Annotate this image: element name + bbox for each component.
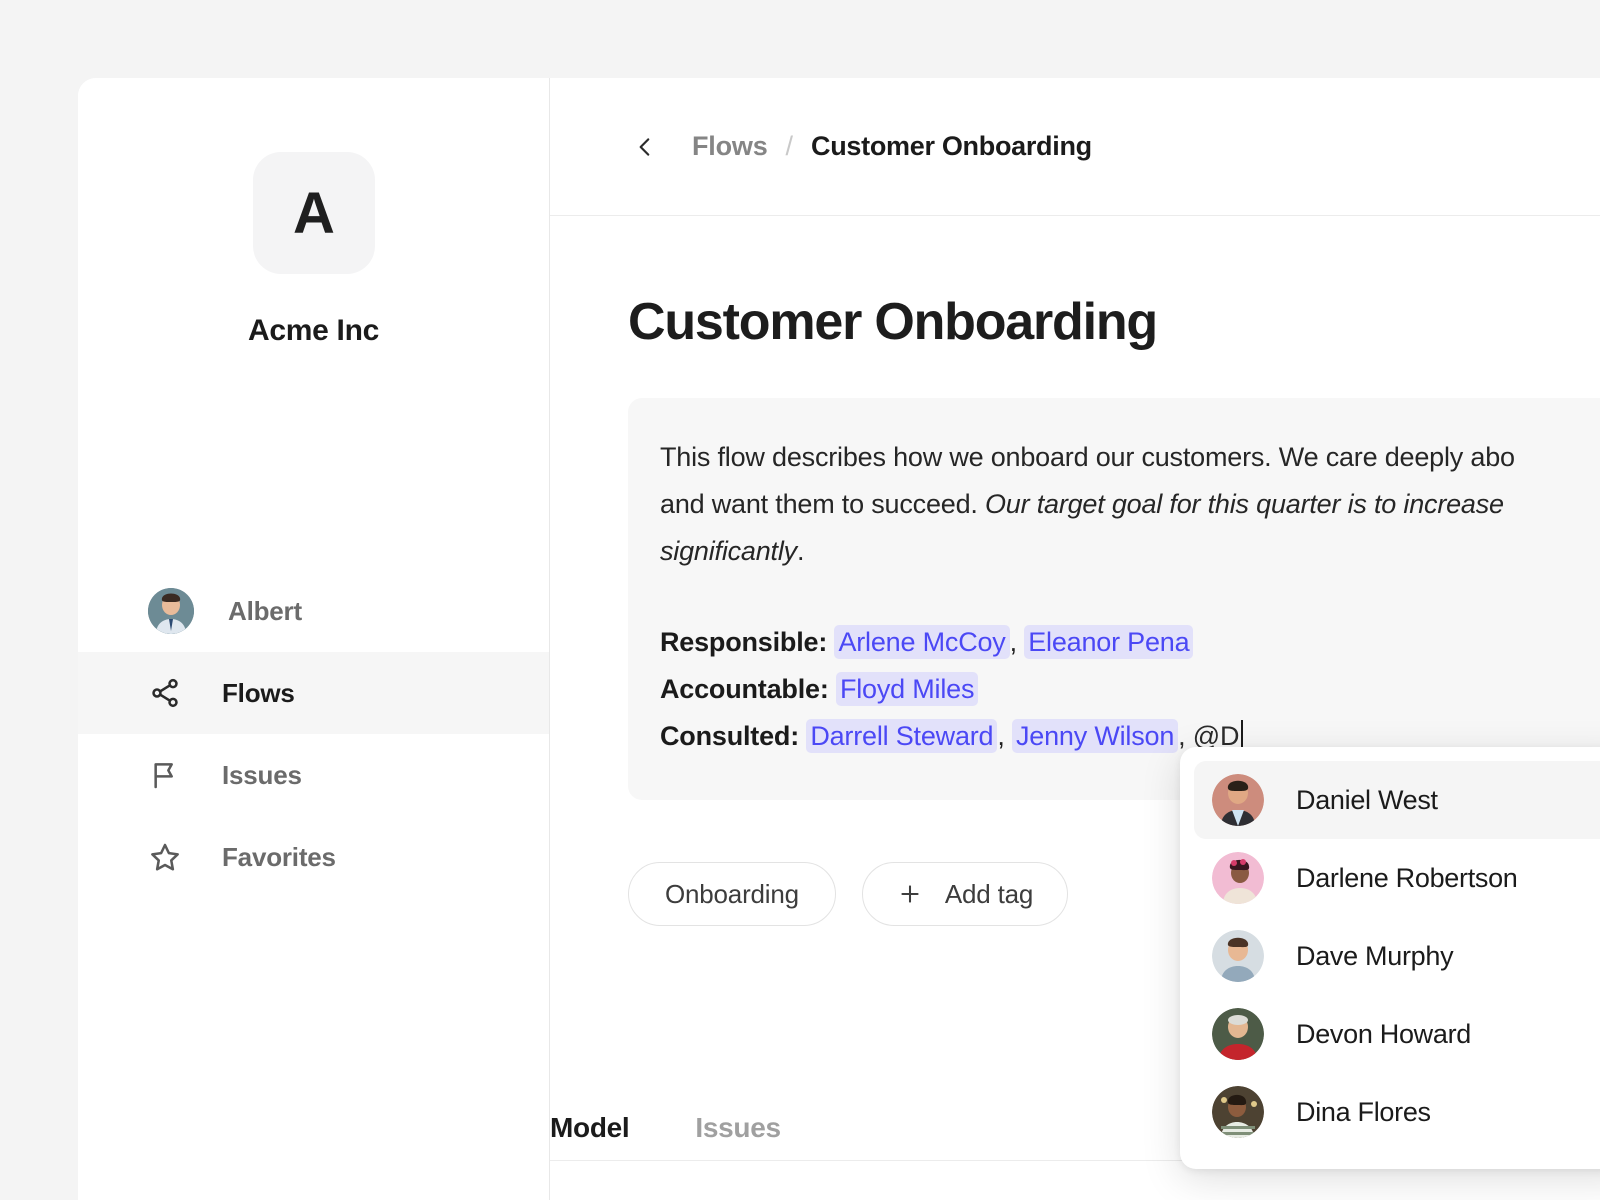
- back-button[interactable]: [628, 130, 662, 164]
- description-italic: significantly: [660, 536, 797, 566]
- description-line-3: significantly.: [660, 528, 1600, 575]
- sidebar-item-label: Albert: [228, 595, 302, 626]
- tab-model[interactable]: Model: [550, 1112, 630, 1144]
- mention-chip[interactable]: Floyd Miles: [835, 672, 979, 706]
- raci-label: Consulted:: [660, 721, 799, 751]
- description-text: and want them to succeed.: [660, 489, 985, 519]
- description-line-1: This flow describes how we onboard our c…: [660, 434, 1600, 481]
- tag-label: Onboarding: [665, 878, 799, 909]
- raci-separator: ,: [1009, 627, 1025, 657]
- screen-root: A Acme Inc Albert Flows Issues Favorites…: [0, 0, 1600, 1200]
- sidebar-item-user[interactable]: Albert: [78, 570, 549, 652]
- raci-row-responsible: Responsible: Arlene McCoy, Eleanor Pena: [660, 619, 1600, 666]
- raci-row-accountable: Accountable: Floyd Miles: [660, 666, 1600, 713]
- org-logo: A: [252, 152, 375, 274]
- avatar: [1212, 1086, 1264, 1138]
- breadcrumb-current: Customer Onboarding: [811, 131, 1092, 161]
- description-line-2: and want them to succeed. Our target goa…: [660, 481, 1600, 528]
- list-item[interactable]: Daniel West: [1194, 761, 1600, 839]
- description-panel[interactable]: This flow describes how we onboard our c…: [628, 398, 1600, 800]
- mention-chip[interactable]: Jenny Wilson: [1011, 719, 1179, 753]
- sidebar-item-flows[interactable]: Flows: [78, 652, 549, 734]
- avatar: [1212, 852, 1264, 904]
- list-item-label: Darlene Robertson: [1296, 862, 1518, 893]
- dave-murphy-avatar: [1212, 930, 1264, 982]
- add-tag-label: Add tag: [944, 878, 1034, 909]
- tab-bar: Model Issues: [550, 1112, 781, 1144]
- mention-chip[interactable]: Eleanor Pena: [1024, 625, 1194, 659]
- tab-issues[interactable]: Issues: [695, 1112, 781, 1144]
- list-item-label: Dave Murphy: [1296, 940, 1454, 971]
- topbar: Flows / Customer Onboarding: [550, 78, 1600, 216]
- raci-separator: ,: [997, 721, 1012, 751]
- avatar: [1212, 1008, 1264, 1060]
- list-item-label: Devon Howard: [1296, 1018, 1471, 1049]
- sidebar-nav: Albert Flows Issues Favorites: [78, 570, 549, 898]
- list-item[interactable]: Devon Howard: [1194, 995, 1600, 1073]
- flag-icon: [148, 758, 182, 792]
- devon-howard-avatar: [1212, 1008, 1264, 1060]
- mention-autocomplete-dropdown: Daniel West Darlene Robertson Dave Murph…: [1180, 747, 1600, 1169]
- raci-label: Accountable:: [660, 674, 829, 704]
- breadcrumb-separator: /: [785, 131, 794, 161]
- description-text: .: [796, 536, 805, 566]
- sidebar-item-favorites[interactable]: Favorites: [78, 816, 549, 898]
- list-item-label: Dina Flores: [1296, 1096, 1431, 1127]
- description-text: This flow describes how we onboard our c…: [660, 442, 1515, 472]
- avatar: [148, 588, 194, 634]
- sidebar-item-label: Flows: [222, 677, 295, 708]
- tag-onboarding[interactable]: Onboarding: [628, 862, 836, 926]
- raci-label: Responsible:: [660, 627, 828, 657]
- avatar: [1212, 774, 1264, 826]
- mention-chip[interactable]: Darrell Steward: [806, 719, 998, 753]
- raci-block: Responsible: Arlene McCoy, Eleanor Pena …: [660, 619, 1600, 760]
- sidebar-item-label: Favorites: [222, 841, 336, 872]
- avatar: [1212, 930, 1264, 982]
- list-item[interactable]: Dave Murphy: [1194, 917, 1600, 995]
- plus-icon: [897, 881, 923, 907]
- sidebar-item-issues[interactable]: Issues: [78, 734, 549, 816]
- sidebar-item-label: Issues: [222, 759, 302, 790]
- share-network-icon: [148, 676, 182, 710]
- daniel-west-avatar: [1212, 774, 1264, 826]
- darlene-robertson-avatar: [1212, 852, 1264, 904]
- dina-flores-avatar: [1212, 1086, 1264, 1138]
- page-title: Customer Onboarding: [628, 293, 1158, 351]
- breadcrumb-parent[interactable]: Flows: [692, 131, 768, 162]
- list-item[interactable]: Dina Flores: [1194, 1073, 1600, 1151]
- list-item-label: Daniel West: [1296, 784, 1438, 815]
- list-item[interactable]: Darlene Robertson: [1194, 839, 1600, 917]
- mention-chip[interactable]: Arlene McCoy: [834, 625, 1010, 659]
- star-icon: [148, 840, 182, 874]
- org-block: A Acme Inc: [78, 78, 549, 348]
- sidebar: A Acme Inc Albert Flows Issues Favorites: [78, 78, 550, 1200]
- description-italic: Our target goal for this quarter is to i…: [985, 489, 1504, 519]
- text-caret: [1241, 720, 1244, 750]
- chevron-left-icon: [639, 137, 650, 156]
- add-tag-button[interactable]: Add tag: [861, 862, 1069, 926]
- albert-avatar: [148, 588, 194, 634]
- org-name: Acme Inc: [248, 314, 379, 347]
